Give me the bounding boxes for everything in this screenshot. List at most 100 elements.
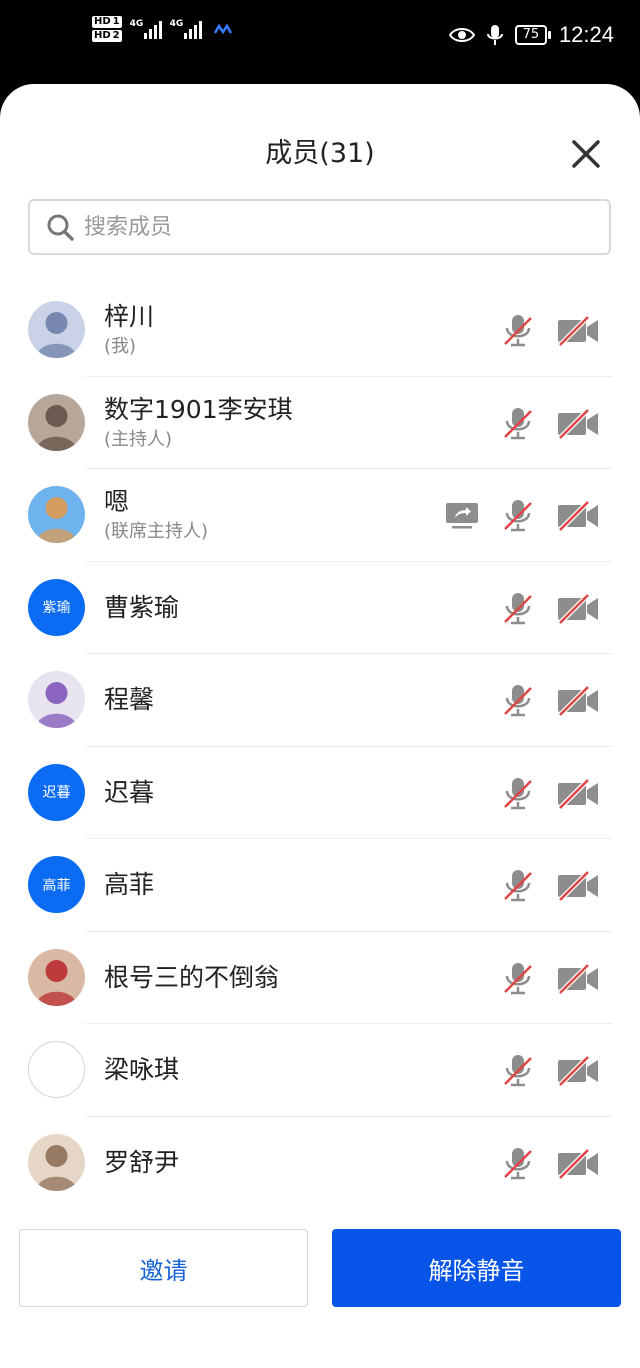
member-row[interactable]: 梓川 (我)	[0, 284, 640, 377]
close-icon[interactable]	[570, 138, 602, 170]
camera-off-icon[interactable]	[556, 960, 600, 996]
status-left: HD 1 HD 2 4G 4G	[92, 16, 232, 42]
member-name: 罗舒尹	[104, 1147, 180, 1177]
member-name: 高菲	[104, 870, 155, 899]
unmute-button[interactable]: 解除静音	[332, 1229, 621, 1307]
page-title: 成员(31)	[265, 138, 375, 169]
camera-off-icon[interactable]	[556, 497, 600, 533]
member-info: 嗯 (联席主持人)	[104, 469, 208, 561]
member-row[interactable]: 根号三的不倒翁	[0, 932, 640, 1024]
search-box[interactable]	[28, 199, 611, 255]
member-name: 梓川	[104, 302, 155, 331]
member-name: 程馨	[104, 685, 155, 714]
hd1-badge: HD 1	[92, 16, 122, 28]
footer: 邀请 解除静音	[0, 1224, 640, 1308]
avatar	[28, 671, 85, 728]
avatar	[28, 486, 85, 543]
signal-2-label: 4G	[169, 19, 184, 29]
member-row[interactable]: 罗舒尹	[0, 1117, 640, 1210]
member-name: 曹紫瑜	[104, 592, 180, 622]
member-role: (联席主持人)	[104, 521, 209, 542]
camera-off-icon[interactable]	[556, 405, 600, 441]
member-info: 根号三的不倒翁	[104, 932, 279, 1024]
signal-icon-2: 4G	[170, 19, 202, 39]
microphone-icon	[486, 25, 503, 45]
members-sheet: 成员(31) 梓川 (我) 数字1901李安琪 (主持人) 嗯 (联席主持人) 紫瑜曹紫瑜程…	[0, 84, 640, 1368]
member-status-icons	[500, 1052, 600, 1088]
hd2-badge: HD 2	[92, 30, 122, 42]
member-info: 高菲	[104, 839, 154, 931]
avatar	[28, 301, 85, 358]
battery-icon: 75	[514, 25, 551, 45]
camera-off-icon[interactable]	[556, 1052, 600, 1088]
member-info: 曹紫瑜	[104, 562, 179, 654]
member-role: (主持人)	[104, 428, 173, 450]
member-info: 罗舒尹	[104, 1117, 179, 1209]
member-list: 梓川 (我) 数字1901李安琪 (主持人) 嗯 (联席主持人) 紫瑜 曹紫瑜 程馨 迟暮 迟暮 高菲…	[0, 284, 640, 1209]
avatar	[28, 1133, 85, 1191]
invite-button[interactable]: 邀请	[19, 1229, 308, 1307]
mic-muted-icon[interactable]	[500, 312, 536, 348]
mic-muted-icon[interactable]	[500, 775, 536, 811]
mic-muted-icon[interactable]	[500, 1052, 536, 1088]
mic-muted-icon[interactable]	[500, 405, 536, 441]
member-status-icons	[500, 682, 600, 718]
clock: 12:24	[558, 22, 614, 47]
camera-off-icon[interactable]	[556, 312, 600, 348]
member-info: 梁咏琪	[104, 1024, 179, 1116]
member-info: 梓川 (我)	[104, 284, 154, 376]
member-row[interactable]: 梁咏琪	[0, 1024, 640, 1117]
member-row[interactable]: 紫瑜 曹紫瑜	[0, 562, 640, 654]
member-row[interactable]: 数字1901李安琪 (主持人)	[0, 377, 640, 469]
member-status-icons	[444, 497, 600, 533]
camera-off-icon[interactable]	[556, 682, 600, 718]
avatar: 紫瑜	[28, 578, 85, 636]
member-name: 梁咏琪	[104, 1055, 180, 1084]
signal-icon-1: 4G	[130, 19, 162, 39]
hd1-label: HD	[94, 16, 111, 27]
member-info: 数字1901李安琪 (主持人)	[104, 377, 293, 469]
camera-off-icon[interactable]	[556, 590, 600, 626]
member-row[interactable]: 嗯 (联席主持人)	[0, 469, 640, 562]
member-info: 程馨	[104, 654, 154, 746]
screen-share-icon	[444, 497, 480, 533]
hd-indicators: HD 1 HD 2	[92, 16, 122, 42]
data-activity-icon	[213, 23, 232, 35]
member-name: 迟暮	[104, 777, 155, 807]
member-name: 数字1901李安琪	[104, 394, 293, 424]
mic-muted-icon[interactable]	[500, 960, 536, 996]
avatar	[28, 393, 85, 451]
search-icon	[47, 214, 74, 241]
member-row[interactable]: 迟暮 迟暮	[0, 747, 640, 839]
member-row[interactable]: 程馨	[0, 654, 640, 747]
mic-muted-icon[interactable]	[500, 682, 536, 718]
member-name: 嗯	[104, 487, 130, 516]
hd1-number: 1	[112, 16, 120, 27]
avatar	[28, 948, 85, 1006]
member-role: (我)	[104, 336, 137, 357]
hd2-label: HD	[94, 30, 111, 41]
member-info: 迟暮	[104, 747, 154, 839]
hd2-number: 2	[112, 30, 120, 41]
mic-muted-icon[interactable]	[500, 497, 536, 533]
member-status-icons	[500, 1145, 600, 1181]
status-bar: HD 1 HD 2 4G 4G 75 12:24	[0, 0, 640, 84]
search-input[interactable]	[84, 214, 564, 240]
sheet-header: 成员(31)	[0, 132, 640, 176]
mic-muted-icon[interactable]	[500, 867, 536, 903]
camera-off-icon[interactable]	[556, 1145, 600, 1181]
member-status-icons	[500, 312, 600, 348]
member-status-icons	[500, 405, 600, 441]
member-status-icons	[500, 775, 600, 811]
member-row[interactable]: 高菲 高菲	[0, 839, 640, 932]
camera-off-icon[interactable]	[556, 867, 600, 903]
avatar: 迟暮	[28, 763, 85, 821]
avatar	[28, 1041, 85, 1098]
mic-muted-icon[interactable]	[500, 1145, 536, 1181]
signal-1-label: 4G	[129, 19, 144, 29]
camera-off-icon[interactable]	[556, 775, 600, 811]
mic-muted-icon[interactable]	[500, 590, 536, 626]
member-status-icons	[500, 867, 600, 903]
member-status-icons	[500, 590, 600, 626]
member-status-icons	[500, 960, 600, 996]
